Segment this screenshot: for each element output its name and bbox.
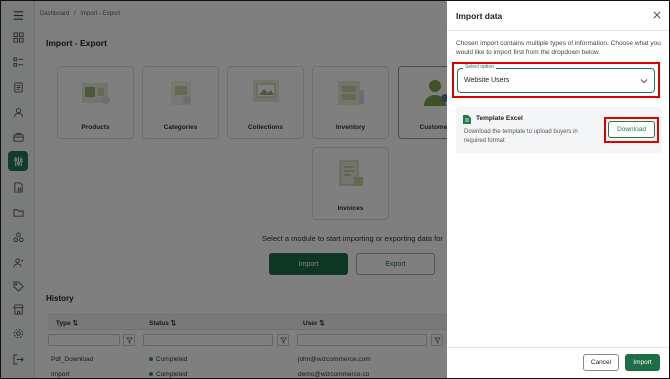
template-description: Download the template to upload buyers i… — [464, 129, 578, 144]
app-window: Dashboard / Import - Export Import - Exp… — [0, 0, 670, 379]
drawer-description: Chosen import contains multiple types of… — [456, 40, 661, 56]
download-button[interactable]: Download — [608, 121, 655, 138]
import-button[interactable]: Import — [625, 354, 660, 371]
divider — [447, 347, 669, 348]
cancel-button[interactable]: Cancel — [583, 354, 619, 371]
chevron-down-icon — [640, 79, 648, 84]
select-legend: Select option — [463, 64, 496, 70]
modal-backdrop[interactable] — [1, 1, 447, 378]
divider — [447, 30, 669, 31]
import-drawer: Import data Chosen import contains multi… — [447, 1, 669, 378]
select-value: Website Users — [464, 77, 510, 84]
excel-file-icon — [463, 115, 471, 124]
close-icon[interactable] — [652, 10, 662, 20]
option-select[interactable]: Select option Website Users — [457, 64, 655, 93]
template-title: Template Excel — [476, 115, 523, 122]
drawer-title: Import data — [456, 11, 503, 21]
